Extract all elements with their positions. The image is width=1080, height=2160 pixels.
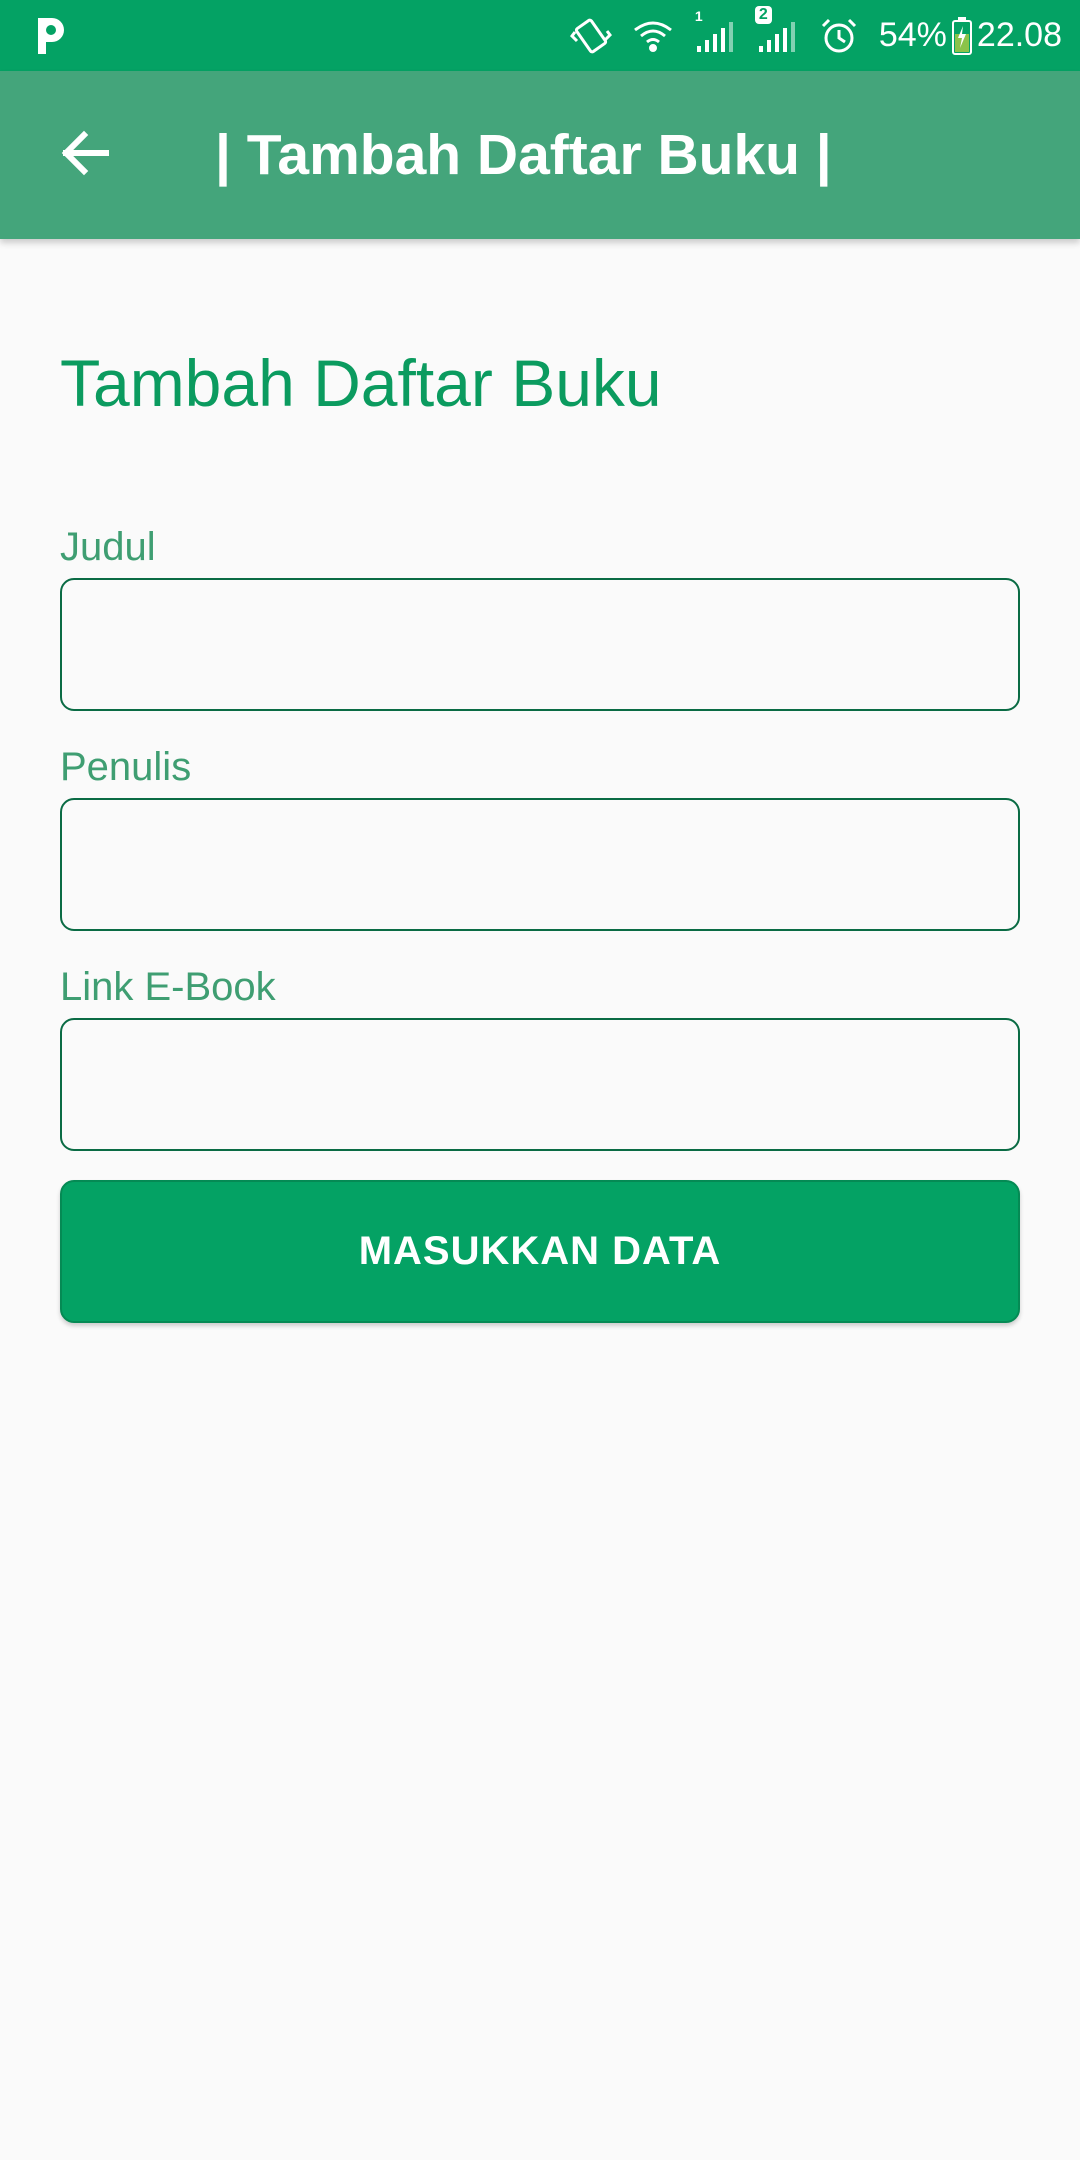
page-title: Tambah Daftar Buku bbox=[60, 346, 662, 420]
sim2-label: 2 bbox=[754, 5, 772, 24]
vibrate-icon bbox=[569, 14, 613, 58]
penulis-input[interactable] bbox=[60, 798, 1020, 931]
submit-button-label: MASUKKAN DATA bbox=[358, 1229, 722, 1273]
alarm-icon bbox=[817, 14, 861, 58]
app-bar: | Tambah Daftar Buku | bbox=[0, 71, 1080, 239]
app-bar-title: | Tambah Daftar Buku | bbox=[215, 123, 832, 187]
judul-label: Judul bbox=[60, 525, 156, 569]
penulis-label: Penulis bbox=[60, 745, 192, 789]
status-bar: 1 2 54% 22.08 bbox=[0, 0, 1080, 71]
link-ebook-input[interactable] bbox=[60, 1018, 1020, 1151]
back-button[interactable] bbox=[40, 111, 128, 199]
link-ebook-label: Link E-Book bbox=[60, 965, 276, 1009]
wifi-icon bbox=[631, 14, 675, 58]
battery-charging-icon bbox=[951, 16, 973, 56]
sim1-label: 1 bbox=[694, 7, 703, 24]
battery-percent: 54% bbox=[878, 16, 947, 54]
p-icon bbox=[34, 14, 68, 58]
signal-sim2-icon: 2 bbox=[754, 5, 799, 58]
clock: 22.08 bbox=[976, 16, 1062, 54]
signal-sim1-icon: 1 bbox=[693, 8, 737, 58]
judul-input[interactable] bbox=[60, 578, 1020, 711]
submit-button[interactable]: MASUKKAN DATA bbox=[60, 1180, 1020, 1323]
arrow-left-icon bbox=[56, 125, 112, 186]
